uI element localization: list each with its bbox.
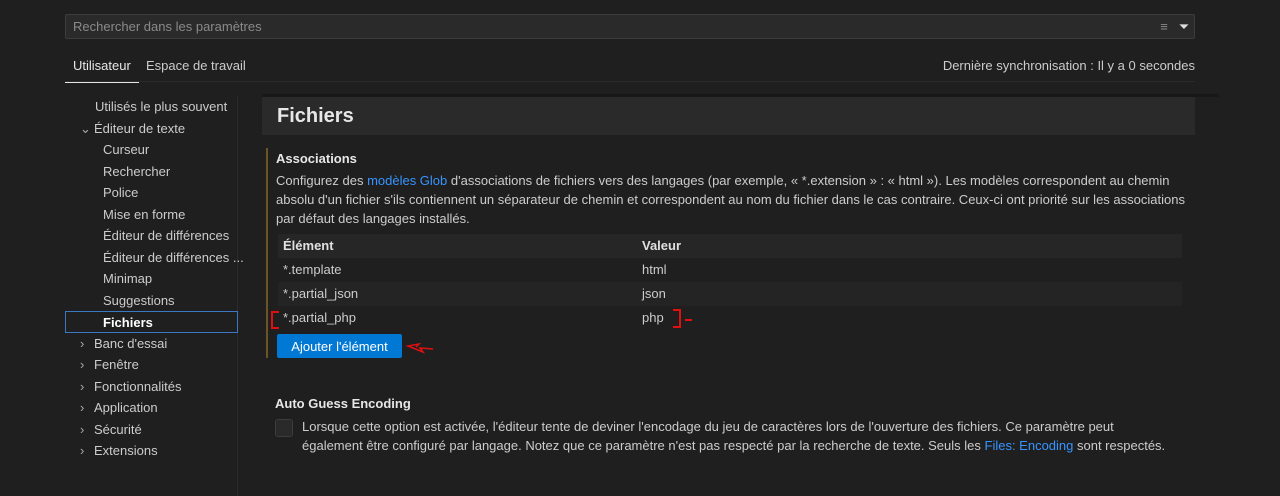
toc-label: Banc d'essai <box>94 336 168 351</box>
toc-label: Fenêtre <box>94 357 139 372</box>
desc-text: Configurez des <box>276 173 368 188</box>
annotation-mark <box>685 319 692 321</box>
chevron-right-icon: › <box>80 336 85 351</box>
table-row[interactable]: *.template html <box>278 258 1182 282</box>
setting-description: Lorsque cette option est activée, l'édit… <box>302 417 1172 455</box>
col-header: Valeur <box>642 238 682 253</box>
toc-item[interactable]: Éditeur de différences <box>103 225 229 247</box>
chevron-right-icon: › <box>80 357 85 372</box>
setting-title: Associations <box>276 151 357 166</box>
setting-auto-guess-encoding: Auto Guess Encoding Lorsque cette option… <box>275 396 1175 453</box>
table-row[interactable]: *.partial_php php <box>278 306 1182 330</box>
desc-text: sont respectés. <box>1073 438 1166 453</box>
annotation-bracket <box>271 311 279 329</box>
table-header: Élément Valeur <box>278 234 1182 258</box>
col-header: Élément <box>283 238 334 253</box>
toc-item[interactable]: › Fenêtre <box>80 354 139 376</box>
setting-description: Configurez des modèles Glob d'associatio… <box>276 171 1186 228</box>
toc-item[interactable]: › Extensions <box>80 440 158 462</box>
glob-link[interactable]: modèles Glob <box>367 173 447 188</box>
chevron-right-icon: › <box>80 400 85 415</box>
cell-value: php <box>642 310 664 325</box>
toc-item[interactable]: Utilisés le plus souvent <box>95 96 227 118</box>
toc-label: Application <box>94 400 158 415</box>
cell-key: *.partial_json <box>283 286 359 301</box>
settings-toc: Utilisés le plus souvent ⌄ Éditeur de tex… <box>0 96 244 496</box>
tab-workspace[interactable]: Espace de travail <box>146 58 246 73</box>
toc-item[interactable]: Suggestions <box>103 290 175 312</box>
sync-status: Dernière synchronisation : Il y a 0 seco… <box>942 58 1195 73</box>
toc-item[interactable]: Minimap <box>103 268 152 290</box>
toc-item[interactable]: › Application <box>80 397 158 419</box>
toc-item-selected[interactable]: Fichiers <box>65 311 238 333</box>
cell-key: *.template <box>283 262 342 277</box>
files-encoding-link[interactable]: Files: Encoding <box>985 438 1074 453</box>
toc-item[interactable]: › Banc d'essai <box>80 333 167 355</box>
chevron-right-icon: › <box>80 422 85 437</box>
toc-item[interactable]: Éditeur de différences ... <box>103 247 244 269</box>
search-input[interactable] <box>73 19 1154 34</box>
toc-label: Extensions <box>94 443 158 458</box>
toc-item[interactable]: › Sécurité <box>80 419 142 441</box>
section-title: Fichiers <box>262 97 1195 135</box>
setting-title: Auto Guess Encoding <box>275 396 411 411</box>
cell-key: *.partial_php <box>283 310 356 325</box>
toc-label: Éditeur de texte <box>94 121 186 136</box>
toc-item[interactable]: Curseur <box>103 139 149 161</box>
chevron-right-icon: › <box>80 443 85 458</box>
annotation-arrow-icon <box>405 342 434 354</box>
chevron-down-icon: ⌄ <box>80 121 91 136</box>
annotation-bracket <box>673 309 681 328</box>
cell-value: json <box>642 286 666 301</box>
toc-item[interactable]: › Fonctionnalités <box>80 376 181 398</box>
cell-value: html <box>642 262 667 277</box>
table-row[interactable]: *.partial_json json <box>278 282 1182 306</box>
setting-associations: Associations Configurez des modèles Glob… <box>266 148 1196 358</box>
toc-item[interactable]: Police <box>103 182 138 204</box>
toc-item[interactable]: Mise en forme <box>103 204 185 226</box>
filter-icon[interactable]: ⏷ <box>1174 19 1194 35</box>
tab-user[interactable]: Utilisateur <box>65 58 139 83</box>
clear-filter-icon[interactable]: ≡ <box>1154 19 1174 34</box>
toc-label: Sécurité <box>94 422 142 437</box>
toc-item[interactable]: Rechercher <box>103 161 170 183</box>
add-item-button[interactable]: Ajouter l'élément <box>277 334 402 358</box>
associations-table: Élément Valeur *.template html *.partial_j… <box>278 234 1182 330</box>
chevron-right-icon: › <box>80 379 85 394</box>
toc-label: Fonctionnalités <box>94 379 182 394</box>
toc-item[interactable]: ⌄ Éditeur de texte <box>80 118 185 140</box>
auto-guess-checkbox[interactable] <box>275 419 293 437</box>
settings-search[interactable]: ≡ ⏷ <box>65 14 1195 39</box>
settings-tabs: Utilisateur Espace de travail Dernière s… <box>65 52 1195 83</box>
